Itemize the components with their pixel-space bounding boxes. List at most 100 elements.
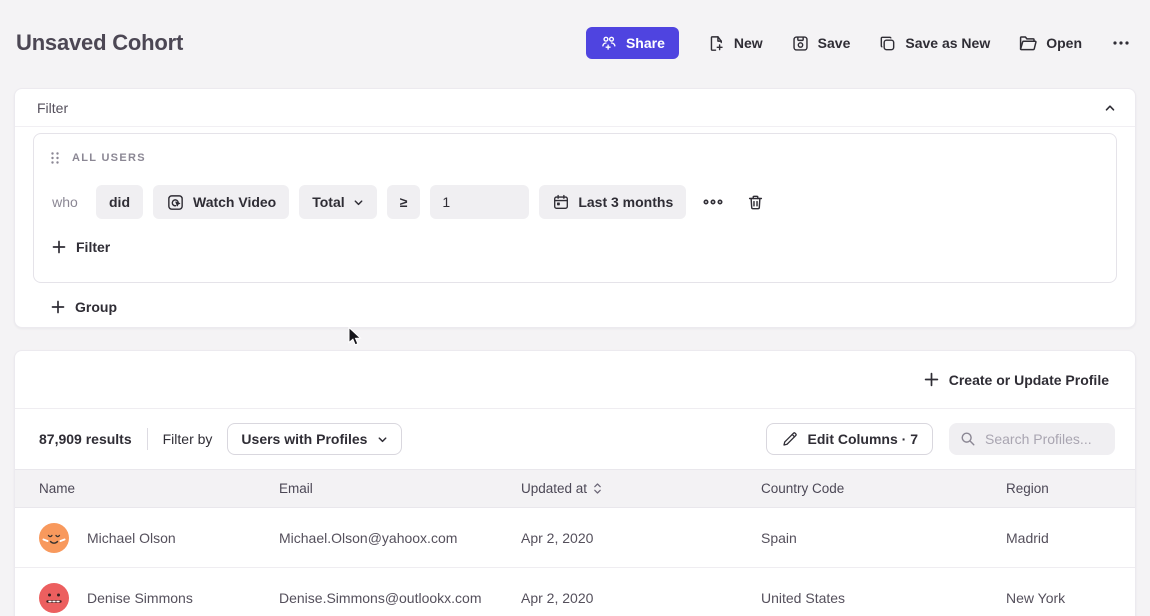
pencil-icon xyxy=(781,431,798,448)
plus-icon xyxy=(51,300,65,314)
all-users-label: ALL USERS xyxy=(72,152,146,164)
table-row[interactable]: Michael Olson Michael.Olson@yahoox.com A… xyxy=(15,508,1135,568)
profile-region: New York xyxy=(1006,590,1135,606)
who-label: who xyxy=(50,194,80,210)
add-group-label: Group xyxy=(75,299,117,315)
delete-clause-trash-icon[interactable] xyxy=(744,191,767,214)
profile-email: Michael.Olson@yahoox.com xyxy=(279,530,521,546)
search-profiles-input[interactable] xyxy=(985,431,1104,447)
results-count: 87,909 results xyxy=(39,431,132,447)
search-icon xyxy=(960,431,976,447)
add-filter-label: Filter xyxy=(76,239,110,255)
date-range-label: Last 3 months xyxy=(578,194,673,210)
did-selector[interactable]: did xyxy=(96,185,143,219)
drag-handle-icon[interactable] xyxy=(50,151,60,165)
table-row[interactable]: Denise Simmons Denise.Simmons@outlookx.c… xyxy=(15,568,1135,616)
page-title: Unsaved Cohort xyxy=(16,30,183,56)
avatar xyxy=(39,583,69,613)
profile-name: Michael Olson xyxy=(87,530,176,546)
share-button-label: Share xyxy=(626,35,665,51)
add-filter-button[interactable]: Filter xyxy=(50,239,112,255)
copy-icon xyxy=(878,34,897,53)
aggregation-selector[interactable]: Total xyxy=(299,185,376,219)
filter-by-label: Filter by xyxy=(163,431,213,447)
results-toolbar: 87,909 results Filter by Users with Prof… xyxy=(15,409,1135,469)
edit-columns-button[interactable]: Edit Columns · 7 xyxy=(766,423,933,455)
new-file-icon xyxy=(707,34,726,53)
chevron-down-icon xyxy=(377,434,388,445)
save-button[interactable]: Save xyxy=(791,34,851,53)
profile-region: Madrid xyxy=(1006,530,1135,546)
avatar xyxy=(39,523,69,553)
add-group-button[interactable]: Group xyxy=(49,299,119,315)
open-button-label: Open xyxy=(1046,35,1082,51)
results-toolbar-right: Edit Columns · 7 xyxy=(766,423,1115,455)
sort-icon[interactable] xyxy=(593,482,602,495)
create-or-update-profile-button[interactable]: Create or Update Profile xyxy=(924,372,1109,388)
event-selector[interactable]: Watch Video xyxy=(153,185,289,219)
event-label: Watch Video xyxy=(193,194,276,210)
toolbar: Share New Save xyxy=(586,27,1132,59)
column-header-updated-at-label: Updated at xyxy=(521,481,587,496)
column-header-country-code-label: Country Code xyxy=(761,481,844,496)
mouse-cursor xyxy=(347,326,362,347)
calendar-icon xyxy=(552,193,570,211)
column-header-name-label: Name xyxy=(39,481,75,496)
avatar-face xyxy=(39,523,69,553)
value-input[interactable] xyxy=(430,185,529,219)
create-profile-row: Create or Update Profile xyxy=(15,351,1135,409)
profile-name: Denise Simmons xyxy=(87,590,193,606)
profile-country-code: Spain xyxy=(761,530,1006,546)
column-header-country-code[interactable]: Country Code xyxy=(761,481,1006,496)
create-or-update-profile-label: Create or Update Profile xyxy=(949,372,1109,388)
profile-updated-at: Apr 2, 2020 xyxy=(521,590,761,606)
event-click-icon xyxy=(166,193,185,212)
new-button-label: New xyxy=(734,35,763,51)
profile-email: Denise.Simmons@outlookx.com xyxy=(279,590,521,606)
profile-updated-at: Apr 2, 2020 xyxy=(521,530,761,546)
profiles-filter-dropdown[interactable]: Users with Profiles xyxy=(227,423,402,455)
more-options-icon[interactable] xyxy=(1110,32,1132,54)
filter-panel: Filter ALL USERS who did xyxy=(14,88,1136,328)
did-label: did xyxy=(109,194,130,210)
column-header-name[interactable]: Name xyxy=(39,481,279,496)
profile-country-code: United States xyxy=(761,590,1006,606)
share-users-icon xyxy=(600,34,618,52)
filter-group-header: ALL USERS xyxy=(50,148,1100,168)
column-header-region-label: Region xyxy=(1006,481,1049,496)
plus-icon xyxy=(924,372,939,387)
column-header-region[interactable]: Region xyxy=(1006,481,1135,496)
name-cell: Michael Olson xyxy=(39,523,279,553)
search-profiles-box xyxy=(949,423,1115,455)
results-toolbar-left: 87,909 results Filter by Users with Prof… xyxy=(39,423,402,455)
new-button[interactable]: New xyxy=(707,34,763,53)
collapse-chevron-up-icon[interactable] xyxy=(1101,99,1119,117)
operator-selector[interactable]: ≥ xyxy=(387,185,421,219)
folder-open-icon xyxy=(1018,33,1038,53)
edit-columns-label: Edit Columns · 7 xyxy=(808,431,918,447)
filter-clause-row: who did Watch Video Total xyxy=(50,185,1100,219)
chevron-down-icon xyxy=(353,197,364,208)
save-as-new-button-label: Save as New xyxy=(905,35,990,51)
aggregation-label: Total xyxy=(312,194,344,210)
table-header: Name Email Updated at Country Code Regio… xyxy=(15,469,1135,508)
date-range-selector[interactable]: Last 3 months xyxy=(539,185,686,219)
operator-label: ≥ xyxy=(400,194,408,210)
share-button[interactable]: Share xyxy=(586,27,679,59)
filter-panel-title: Filter xyxy=(37,100,68,116)
save-as-new-button[interactable]: Save as New xyxy=(878,34,990,53)
column-header-email-label: Email xyxy=(279,481,313,496)
column-header-email[interactable]: Email xyxy=(279,481,521,496)
save-button-label: Save xyxy=(818,35,851,51)
plus-icon xyxy=(52,240,66,254)
save-icon xyxy=(791,34,810,53)
filter-group: ALL USERS who did Watch Video Total xyxy=(33,133,1117,283)
profiles-filter-label: Users with Profiles xyxy=(241,431,367,447)
profiles-panel: Create or Update Profile 87,909 results … xyxy=(14,350,1136,616)
avatar-face xyxy=(39,583,69,613)
open-button[interactable]: Open xyxy=(1018,33,1082,53)
clause-more-options-icon[interactable] xyxy=(700,195,726,209)
top-bar: Unsaved Cohort Share New xyxy=(0,0,1150,76)
vertical-divider xyxy=(147,428,148,450)
column-header-updated-at[interactable]: Updated at xyxy=(521,481,761,496)
